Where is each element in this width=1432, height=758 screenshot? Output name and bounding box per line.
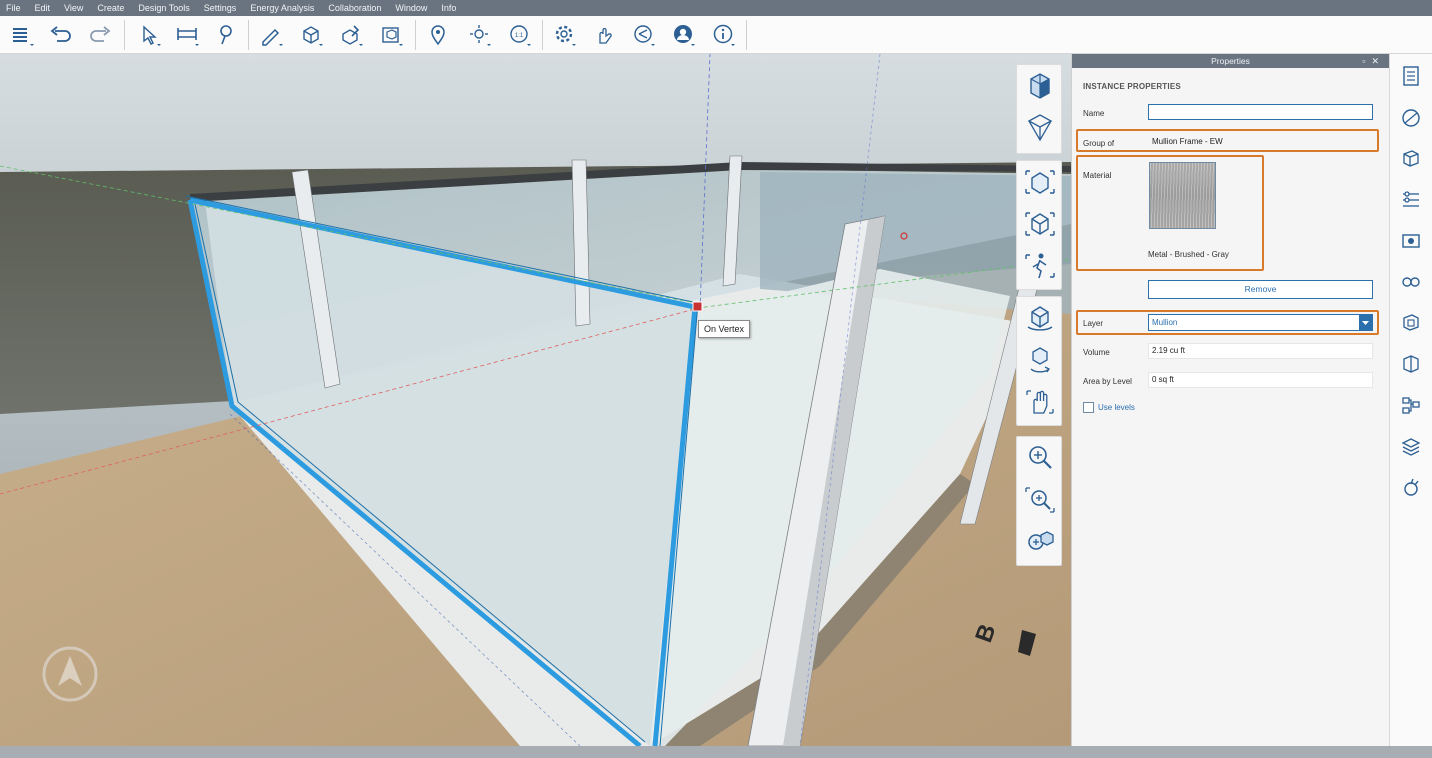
edit-solid-icon[interactable] xyxy=(338,22,366,48)
toolbar-separator xyxy=(415,20,416,50)
layers-icon[interactable] xyxy=(8,22,36,48)
location-pin-icon[interactable] xyxy=(424,22,452,48)
group-icon[interactable] xyxy=(378,22,406,48)
share-icon[interactable] xyxy=(630,22,658,48)
menu-info[interactable]: Info xyxy=(435,0,464,16)
scenes-icon[interactable] xyxy=(1399,229,1423,253)
properties-panel-header: Properties ▫✕ xyxy=(1072,54,1389,68)
chevron-down-icon[interactable] xyxy=(1359,315,1372,330)
layer-label: Layer xyxy=(1083,319,1104,328)
select-icon[interactable] xyxy=(136,22,164,48)
measure-icon[interactable] xyxy=(174,22,202,48)
walk-through-icon[interactable] xyxy=(1023,249,1057,283)
menu-edit[interactable]: Edit xyxy=(29,0,59,16)
view-nav-group-1 xyxy=(1016,64,1062,154)
groups-icon[interactable] xyxy=(1399,310,1423,334)
menu-design-tools[interactable]: Design Tools xyxy=(132,0,197,16)
view-nav-group-3 xyxy=(1016,296,1062,426)
perspective-icon[interactable] xyxy=(1023,111,1057,145)
menu-settings[interactable]: Settings xyxy=(198,0,245,16)
materials-icon[interactable] xyxy=(1399,106,1423,130)
toolbar-separator xyxy=(542,20,543,50)
snap-tooltip: On Vertex xyxy=(698,320,751,338)
create-solid-icon[interactable] xyxy=(298,22,326,48)
scale-icon[interactable]: 1:1 xyxy=(506,22,534,48)
info-icon[interactable] xyxy=(710,22,738,48)
volume-label: Volume xyxy=(1083,348,1110,357)
group-of-label: Group of xyxy=(1083,139,1115,148)
area-by-level-value: 0 sq ft xyxy=(1148,372,1373,388)
draw-icon[interactable] xyxy=(258,22,286,48)
orbit-icon[interactable] xyxy=(1023,301,1057,335)
dynamo-icon[interactable] xyxy=(1399,393,1423,417)
remove-button[interactable]: Remove xyxy=(1148,280,1373,299)
zoom-window-icon[interactable] xyxy=(1023,483,1057,517)
menu-window[interactable]: Window xyxy=(389,0,435,16)
use-levels-checkbox[interactable] xyxy=(1083,402,1094,413)
menu-file[interactable]: File xyxy=(0,0,29,16)
name-field[interactable] xyxy=(1148,104,1373,120)
name-label: Name xyxy=(1083,109,1105,118)
pan-hand-icon[interactable] xyxy=(1023,385,1057,419)
look-around-icon[interactable] xyxy=(1023,343,1057,377)
properties-panel-icon[interactable] xyxy=(1399,64,1423,88)
menu-bar: File Edit View Create Design Tools Setti… xyxy=(0,0,1432,16)
use-levels-label[interactable]: Use levels xyxy=(1098,403,1135,412)
material-swatch[interactable] xyxy=(1149,162,1216,229)
menu-collaboration[interactable]: Collaboration xyxy=(322,0,389,16)
section-title: INSTANCE PROPERTIES xyxy=(1083,82,1181,91)
layers-panel-icon[interactable] xyxy=(1399,351,1423,375)
material-label: Material xyxy=(1083,171,1112,180)
view-nav-group-2 xyxy=(1016,160,1062,290)
menu-energy-analysis[interactable]: Energy Analysis xyxy=(244,0,322,16)
group-of-value: Mullion Frame - EW xyxy=(1152,137,1223,146)
library-stack-icon[interactable] xyxy=(1399,434,1423,458)
undo-icon[interactable] xyxy=(47,22,75,48)
material-name: Metal - Brushed - Gray xyxy=(1148,250,1229,259)
status-bar xyxy=(0,746,1432,758)
area-by-level-label: Area by Level xyxy=(1083,377,1132,386)
plugins-icon[interactable] xyxy=(1399,475,1423,499)
toolbar-separator xyxy=(248,20,249,50)
levels-icon[interactable] xyxy=(1399,187,1423,211)
vertex-marker xyxy=(692,301,703,312)
view-nav-group-4 xyxy=(1016,436,1062,566)
zoom-extents-icon[interactable] xyxy=(1023,207,1057,241)
content-library-icon[interactable] xyxy=(1399,146,1423,170)
layer-dropdown[interactable]: Mullion xyxy=(1148,314,1373,331)
volume-value: 2.19 cu ft xyxy=(1148,343,1373,359)
toolbar-separator xyxy=(746,20,747,50)
account-icon[interactable] xyxy=(670,22,698,48)
menu-view[interactable]: View xyxy=(58,0,91,16)
right-panel-rail xyxy=(1389,54,1432,746)
3d-viewport[interactable]: B On Vertex xyxy=(0,54,1071,746)
svg-text:1:1: 1:1 xyxy=(515,33,524,39)
gesture-hand-icon[interactable] xyxy=(590,22,618,48)
search-marker-icon[interactable] xyxy=(212,22,240,48)
toolbar-separator xyxy=(124,20,125,50)
close-icon[interactable]: ✕ xyxy=(1371,56,1385,66)
properties-title: Properties xyxy=(1211,56,1250,66)
formit-app-window: File Edit View Create Design Tools Setti… xyxy=(0,0,1432,758)
zoom-selected-icon[interactable] xyxy=(1023,525,1057,559)
settings-gear-icon[interactable] xyxy=(551,22,579,48)
scene-canvas[interactable]: B xyxy=(0,54,1071,746)
view-home-icon[interactable] xyxy=(1023,165,1057,199)
view-cube-icon[interactable] xyxy=(1023,69,1057,103)
main-toolbar: 1:1 xyxy=(0,16,1432,54)
properties-panel: Properties ▫✕ INSTANCE PROPERTIES Name G… xyxy=(1071,54,1389,746)
redo-icon[interactable] xyxy=(86,22,114,48)
layer-value: Mullion xyxy=(1152,318,1178,327)
visual-styles-icon[interactable] xyxy=(1399,269,1423,293)
sun-icon[interactable] xyxy=(466,22,494,48)
menu-create[interactable]: Create xyxy=(91,0,132,16)
zoom-icon[interactable] xyxy=(1023,441,1057,475)
